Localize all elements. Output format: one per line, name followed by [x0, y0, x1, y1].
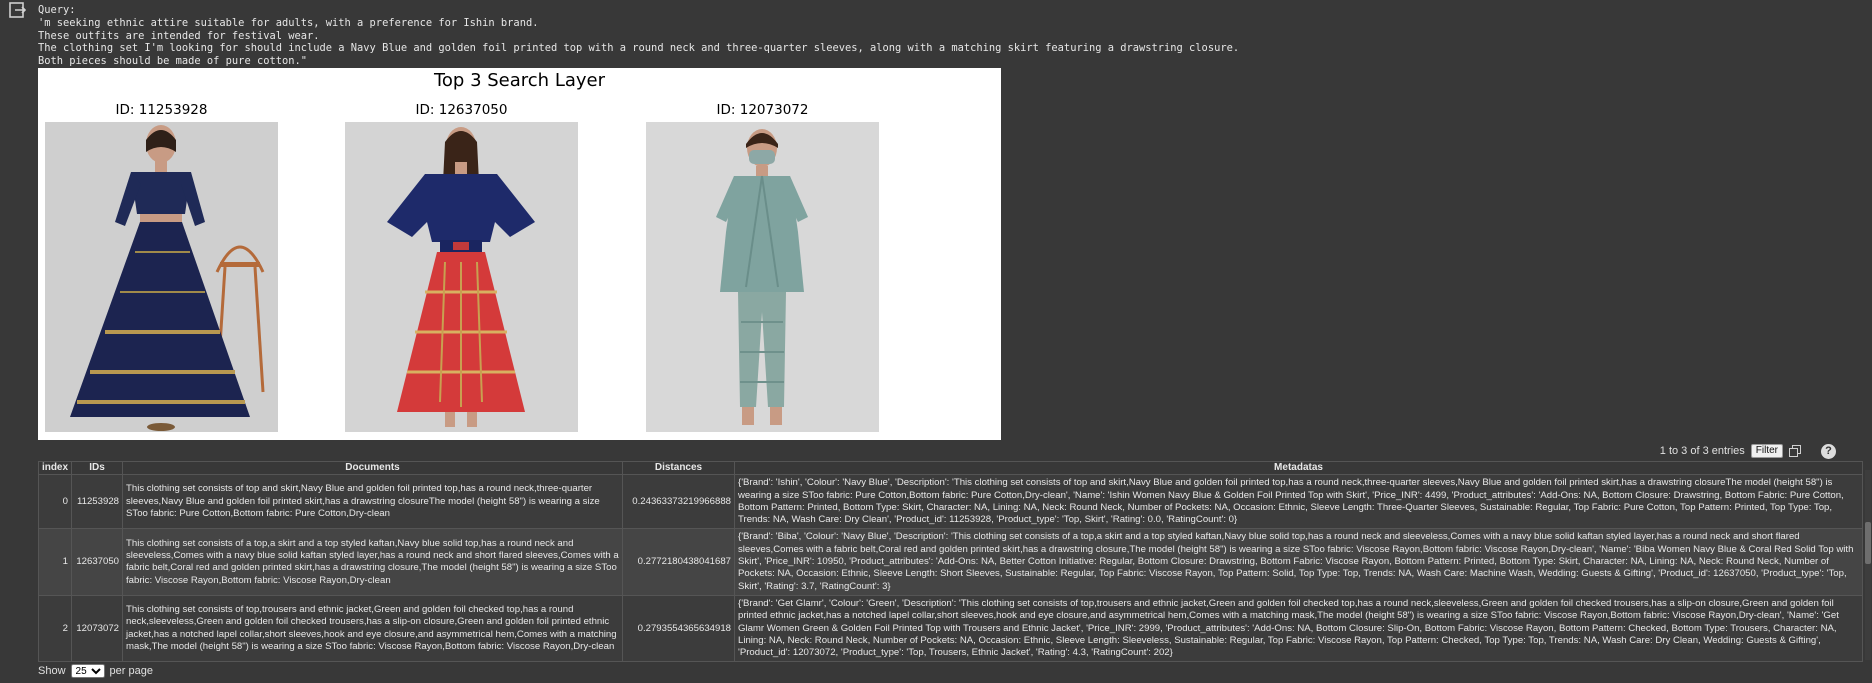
result-2-caption: ID: 12637050: [415, 102, 508, 118]
column-header-distances[interactable]: Distances: [622, 460, 735, 476]
cell-metadata: {'Brand': 'Ishin', 'Colour': 'Navy Blue'…: [734, 474, 1863, 530]
result-3-image: [646, 122, 879, 432]
result-1-caption: ID: 11253928: [115, 102, 208, 118]
table-row: 1 12637050 This clothing set consists of…: [38, 528, 1863, 596]
figure-title: Top 3 Search Layer: [433, 70, 606, 91]
result-1-image: [45, 122, 278, 432]
table-row: 0 11253928 This clothing set consists of…: [38, 474, 1863, 530]
cell-metadata: {'Brand': 'Biba', 'Colour': 'Navy Blue',…: [734, 528, 1863, 596]
query-line: These outfits are intended for festival …: [38, 29, 320, 42]
cell-index: 2: [38, 594, 72, 663]
results-table: index IDs Documents Distances Metadatas …: [38, 460, 1863, 663]
filter-button[interactable]: Filter: [1750, 444, 1783, 458]
query-line: The clothing set I'm looking for should …: [38, 42, 1240, 55]
show-label: Show: [38, 665, 66, 677]
cell-document: This clothing set consists of top and sk…: [122, 474, 623, 530]
page-size-select[interactable]: 25: [70, 664, 105, 678]
cell-metadata: {'Brand': 'Get Glamr', 'Colour': 'Green'…: [734, 594, 1863, 663]
query-line: 'm seeking ethnic attire suitable for ad…: [38, 16, 539, 29]
column-header-index[interactable]: index: [38, 460, 72, 476]
search-results-figure: Top 3 Search Layer ID: 11253928 ID: 1263…: [38, 68, 1001, 440]
cell-document: This clothing set consists of a top,a sk…: [122, 528, 623, 596]
column-header-ids[interactable]: IDs: [71, 460, 123, 476]
column-header-documents[interactable]: Documents: [122, 460, 623, 476]
per-page-label: per page: [109, 665, 153, 677]
page-size-control: Show 25 per page: [38, 664, 153, 678]
result-3-caption: ID: 12073072: [716, 102, 809, 118]
cell-document: This clothing set consists of top,trouse…: [122, 594, 623, 663]
cell-distance: 0.24363373219966888: [622, 474, 735, 530]
table-controls: 1 to 3 of 3 entries Filter ?: [1660, 441, 1836, 461]
table-row: 2 12073072 This clothing set consists of…: [38, 594, 1863, 663]
entries-count: 1 to 3 of 3 entries: [1659, 445, 1745, 457]
result-2-image: [345, 122, 578, 432]
query-output: Query:'m seeking ethnic attire suitable …: [38, 4, 1239, 68]
table-header-row: index IDs Documents Distances Metadatas: [38, 460, 1863, 476]
cell-index: 1: [38, 528, 72, 596]
scrollbar-thumb[interactable]: [1865, 522, 1871, 564]
cell-distance: 0.2793554365634918: [622, 594, 735, 663]
copy-icon[interactable]: [1789, 445, 1801, 457]
cell-id: 12073072: [71, 594, 123, 663]
column-header-metadatas[interactable]: Metadatas: [734, 460, 1863, 476]
cell-index: 0: [38, 474, 72, 530]
cell-distance: 0.2772180438041687: [622, 528, 735, 596]
cell-id: 11253928: [71, 474, 123, 530]
query-line: Both pieces should be made of pure cotto…: [38, 55, 307, 68]
scrollbar-track[interactable]: [1865, 470, 1871, 660]
help-icon[interactable]: ?: [1821, 443, 1836, 459]
query-label: Query:: [38, 4, 76, 16]
output-redirect-icon[interactable]: [9, 2, 27, 18]
cell-id: 12637050: [71, 528, 123, 596]
